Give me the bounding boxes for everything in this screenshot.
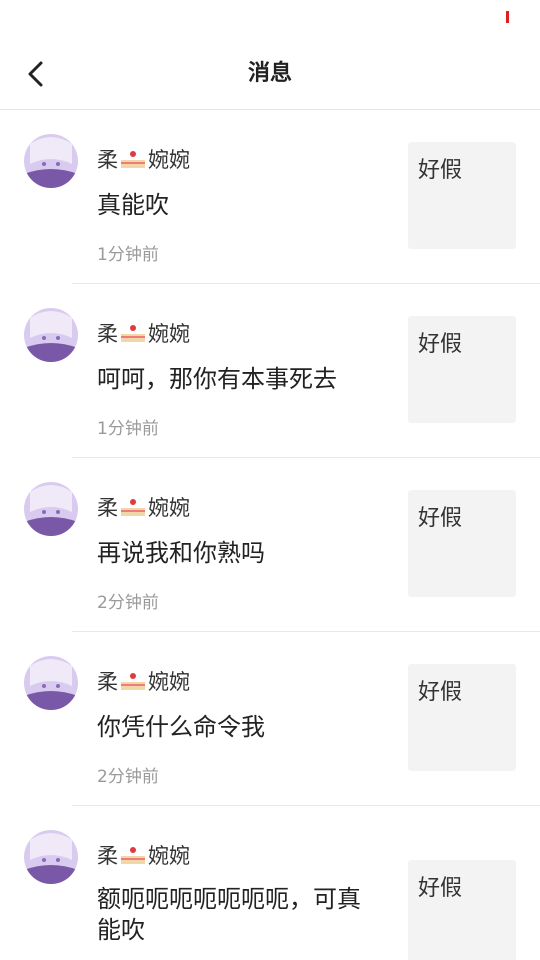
message-item[interactable]: 柔 婉婉 呵呵，那你有本事死去 1分钟前 好假 <box>0 284 540 458</box>
related-post-thumbnail[interactable]: 好假 <box>408 664 516 771</box>
thumbnail-text: 好假 <box>418 680 463 705</box>
related-post-thumbnail[interactable]: 好假 <box>408 142 516 249</box>
avatar[interactable] <box>24 482 78 536</box>
status-bar <box>0 0 540 40</box>
sender-name[interactable]: 柔 婉婉 <box>97 492 190 523</box>
page-title: 消息 <box>247 61 292 86</box>
sender-name-prefix: 柔 <box>97 670 118 694</box>
message-text: 真能吹 <box>97 191 169 219</box>
cake-icon <box>119 670 147 697</box>
message-time: 2分钟前 <box>97 593 159 613</box>
sender-name[interactable]: 柔 婉婉 <box>97 840 190 871</box>
message-time: 2分钟前 <box>97 767 159 787</box>
status-indicator <box>506 11 509 23</box>
avatar[interactable] <box>24 656 78 710</box>
sender-name[interactable]: 柔 婉婉 <box>97 666 190 697</box>
message-list: 柔婉婉 真能吹 1分钟前 好假 柔婉婉 呵呵，那你有本事死去 1分钟前 好假 柔… <box>0 110 540 960</box>
message-item[interactable]: 柔 婉婉 真能吹 1分钟前 好假 <box>0 110 540 284</box>
message-item[interactable]: 柔 婉婉 再说我和你熟吗 2分钟前 好假 <box>0 458 540 632</box>
cake-icon <box>119 496 147 523</box>
message-time: 1分钟前 <box>97 419 159 439</box>
message-time: 1分钟前 <box>97 245 159 265</box>
related-post-thumbnail[interactable]: 好假 <box>408 860 516 960</box>
sender-name[interactable]: 柔 婉婉 <box>97 318 190 349</box>
cake-icon <box>119 148 147 175</box>
navigation-bar: 消息 <box>0 40 540 110</box>
sender-name-prefix: 柔 <box>97 496 118 520</box>
thumbnail-text: 好假 <box>418 332 463 357</box>
related-post-thumbnail[interactable]: 好假 <box>408 490 516 597</box>
thumbnail-text: 好假 <box>418 876 463 901</box>
sender-name-suffix: 婉婉 <box>148 844 190 868</box>
avatar[interactable] <box>24 308 78 362</box>
message-item[interactable]: 柔 婉婉 你凭什么命令我 2分钟前 好假 <box>0 632 540 806</box>
sender-name-suffix: 婉婉 <box>148 322 190 346</box>
avatar[interactable] <box>24 830 78 884</box>
sender-name-prefix: 柔 <box>97 322 118 346</box>
sender-name-prefix: 柔 <box>97 148 118 172</box>
sender-name-suffix: 婉婉 <box>148 148 190 172</box>
message-text: 额呃呃呃呃呃呃呃，可真能吹 <box>97 885 361 944</box>
message-text: 再说我和你熟吗 <box>97 539 265 567</box>
message-text: 呵呵，那你有本事死去 <box>97 365 337 393</box>
message-text: 你凭什么命令我 <box>97 713 265 741</box>
thumbnail-text: 好假 <box>418 506 463 531</box>
message-item[interactable]: 柔 婉婉 额呃呃呃呃呃呃呃，可真能吹 好假 <box>0 806 540 960</box>
thumbnail-text: 好假 <box>418 158 463 183</box>
related-post-thumbnail[interactable]: 好假 <box>408 316 516 423</box>
cake-icon <box>119 322 147 349</box>
sender-name-suffix: 婉婉 <box>148 670 190 694</box>
cake-icon <box>119 844 147 871</box>
sender-name[interactable]: 柔 婉婉 <box>97 144 190 175</box>
sender-name-suffix: 婉婉 <box>148 496 190 520</box>
sender-name-prefix: 柔 <box>97 844 118 868</box>
avatar[interactable] <box>24 134 78 188</box>
